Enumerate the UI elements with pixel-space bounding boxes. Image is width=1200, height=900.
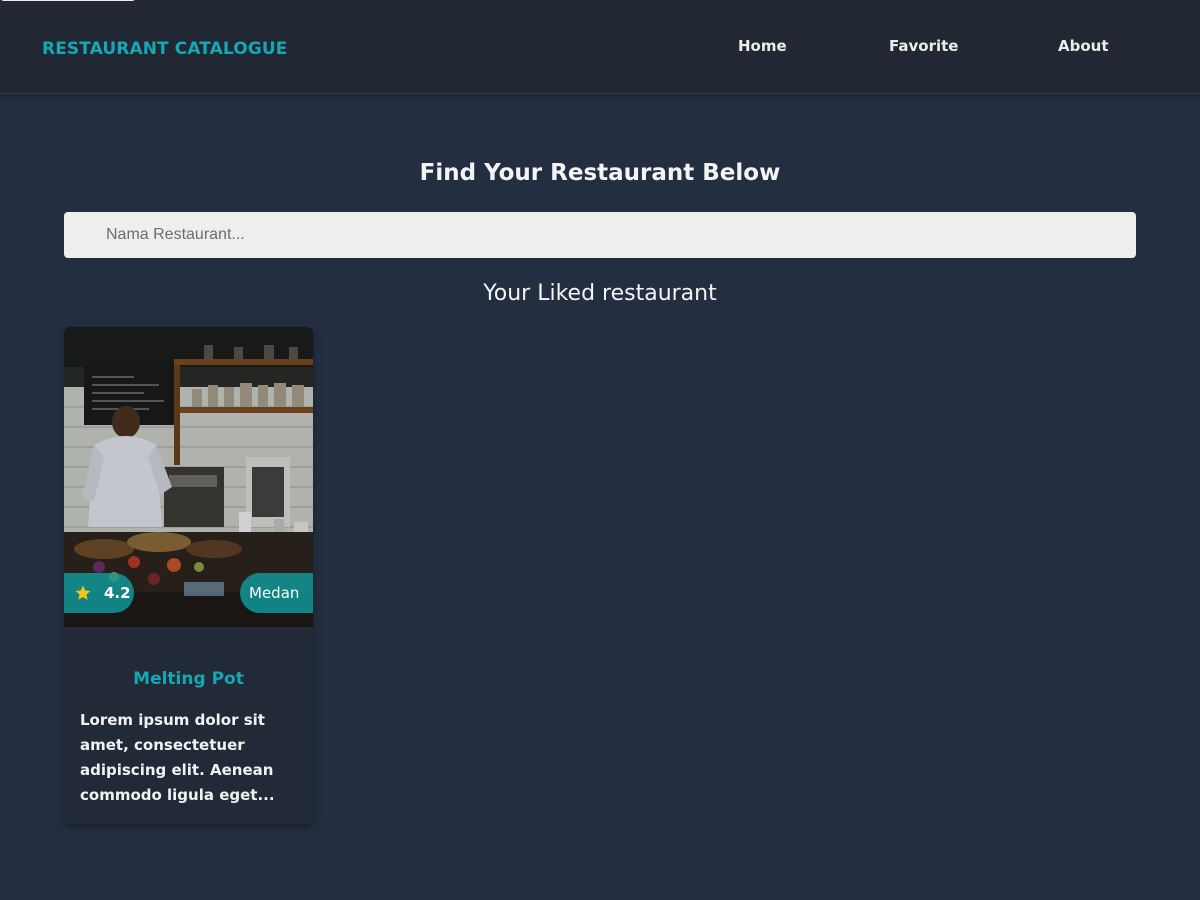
city-label: Medan (249, 584, 300, 602)
rating-badge: 4.2 (64, 573, 134, 613)
nav-favorite-link[interactable]: Favorite (889, 37, 958, 55)
restaurant-image[interactable]: 4.2 Medan (64, 327, 313, 627)
city-badge: Medan (240, 573, 313, 613)
site-header: RESTAURANT CATALOGUE Home Favorite About (0, 0, 1200, 94)
liked-section-title: Your Liked restaurant (483, 281, 717, 306)
nav-about-link[interactable]: About (1058, 37, 1109, 55)
restaurant-card[interactable]: 4.2 Medan Melting Pot Lorem ipsum dolor … (64, 327, 313, 824)
nav-home-link[interactable]: Home (738, 37, 787, 55)
site-brand[interactable]: RESTAURANT CATALOGUE (42, 39, 287, 59)
rating-value: 4.2 (104, 584, 131, 602)
restaurant-search-input[interactable] (64, 212, 1136, 258)
restaurant-description: Lorem ipsum dolor sit amet, consectetuer… (80, 711, 275, 804)
restaurant-name-link[interactable]: Melting Pot (64, 669, 313, 689)
star-icon (75, 585, 91, 600)
top-scroll-indicator (0, 0, 136, 1)
page-headline: Find Your Restaurant Below (419, 160, 781, 186)
